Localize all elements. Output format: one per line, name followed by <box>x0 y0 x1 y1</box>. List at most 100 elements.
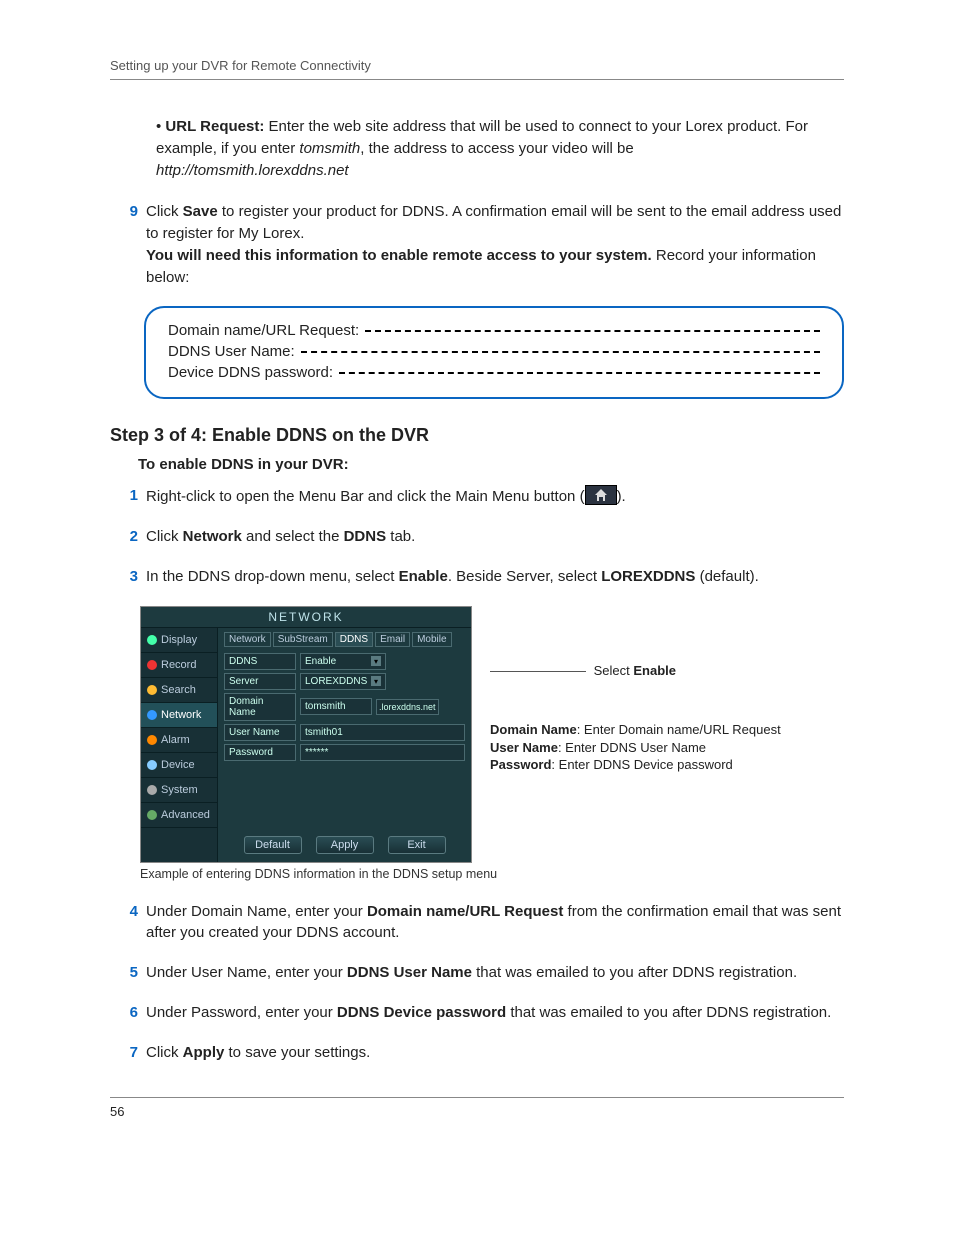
s3-a: In the DDNS drop-down menu, select <box>146 568 399 585</box>
step-number: 1 <box>110 485 138 508</box>
step3-heading: Step 3 of 4: Enable DDNS on the DVR <box>110 425 844 446</box>
step-number: 6 <box>110 1002 138 1024</box>
s1-b: ). <box>617 488 626 505</box>
user-value-text: tsmith01 <box>305 727 343 738</box>
dvr-window: NETWORK Display Record Search Network Al… <box>140 606 472 863</box>
s4-b: Domain name/URL Request <box>367 903 563 920</box>
display-icon <box>147 635 157 645</box>
row-pass-value[interactable]: ****** <box>300 744 465 761</box>
substep-4: 4 Under Domain Name, enter your Domain n… <box>110 901 844 945</box>
annot-domain: Domain Name: Enter Domain name/URL Reque… <box>490 721 844 739</box>
row-domain-suffix: .lorexddns.net <box>376 699 439 715</box>
step-number: 3 <box>110 566 138 588</box>
step3-subheading: To enable DDNS in your DVR: <box>138 456 844 473</box>
default-button[interactable]: Default <box>244 836 302 854</box>
search-icon <box>147 685 157 695</box>
apply-button[interactable]: Apply <box>316 836 374 854</box>
sidebar-label: Network <box>161 709 201 721</box>
figure-caption: Example of entering DDNS information in … <box>140 867 844 881</box>
step-number: 9 <box>110 201 138 288</box>
annot-domain-label: Domain Name <box>490 722 577 737</box>
s5-a: Under User Name, enter your <box>146 964 347 981</box>
subtab-substream[interactable]: SubStream <box>273 632 333 647</box>
annot-user: User Name: Enter DDNS User Name <box>490 739 844 757</box>
step-number: 5 <box>110 962 138 984</box>
running-header: Setting up your DVR for Remote Connectiv… <box>110 58 844 73</box>
subtab-email[interactable]: Email <box>375 632 410 647</box>
annot-pass-label: Password <box>490 757 551 772</box>
row-domain-value[interactable]: tomsmith <box>300 698 372 715</box>
s6-b: DDNS Device password <box>337 1004 506 1021</box>
exit-button[interactable]: Exit <box>388 836 446 854</box>
record-pass-label: Device DDNS password: <box>168 364 333 381</box>
step9-t2: to register your product for DDNS. A con… <box>146 203 841 242</box>
row-server-label: Server <box>224 673 296 690</box>
s6-a: Under Password, enter your <box>146 1004 337 1021</box>
blank-line <box>301 351 820 353</box>
s3-enable: Enable <box>399 568 448 585</box>
blank-line <box>339 372 820 374</box>
row-server-value[interactable]: LOREXDDNS ▾ <box>300 673 386 690</box>
blank-line <box>365 330 820 332</box>
step9-save: Save <box>183 203 218 220</box>
url-request-desc2: , the address to access your video will … <box>360 140 633 157</box>
subtab-mobile[interactable]: Mobile <box>412 632 451 647</box>
sidebar-label: Display <box>161 634 197 646</box>
row-user-value[interactable]: tsmith01 <box>300 724 465 741</box>
dvr-main-panel: Network SubStream DDNS Email Mobile DDNS… <box>218 628 471 862</box>
sidebar-label: Advanced <box>161 809 210 821</box>
s7-c: to save your settings. <box>224 1044 370 1061</box>
sidebar-item-search[interactable]: Search <box>141 678 217 703</box>
substep-6: 6 Under Password, enter your DDNS Device… <box>110 1002 844 1024</box>
s7-a: Click <box>146 1044 183 1061</box>
footer-rule <box>110 1097 844 1098</box>
home-icon <box>585 485 617 505</box>
row-user-label: User Name <box>224 724 296 741</box>
sidebar-item-alarm[interactable]: Alarm <box>141 728 217 753</box>
pass-value-text: ****** <box>305 747 328 758</box>
step-number: 7 <box>110 1042 138 1064</box>
annot-domain-desc: : Enter Domain name/URL Request <box>577 722 781 737</box>
annot-pass: Password: Enter DDNS Device password <box>490 756 844 774</box>
s3-c: (default). <box>695 568 758 585</box>
sidebar-item-device[interactable]: Device <box>141 753 217 778</box>
s3-lorex: LOREXDDNS <box>601 568 695 585</box>
subtab-ddns[interactable]: DDNS <box>335 632 373 647</box>
record-icon <box>147 660 157 670</box>
sidebar-item-network[interactable]: Network <box>141 703 217 728</box>
s2-a: Click <box>146 528 183 545</box>
sidebar-item-record[interactable]: Record <box>141 653 217 678</box>
figure-annotations: Select Enable Domain Name: Enter Domain … <box>490 606 844 863</box>
sidebar-item-display[interactable]: Display <box>141 628 217 653</box>
s1-a: Right-click to open the Menu Bar and cli… <box>146 488 585 505</box>
sidebar-label: Device <box>161 759 195 771</box>
record-info-box: Domain name/URL Request: DDNS User Name:… <box>144 306 844 399</box>
s5-b: DDNS User Name <box>347 964 472 981</box>
sidebar-label: Search <box>161 684 196 696</box>
row-domain-label: Domain Name <box>224 693 296 721</box>
subtab-network[interactable]: Network <box>224 632 271 647</box>
substep-5: 5 Under User Name, enter your DDNS User … <box>110 962 844 984</box>
sidebar-item-advanced[interactable]: Advanced <box>141 803 217 828</box>
page-number: 56 <box>110 1104 844 1119</box>
s2-c: tab. <box>386 528 415 545</box>
url-request-label: URL Request: <box>165 118 264 135</box>
sidebar-item-system[interactable]: System <box>141 778 217 803</box>
dropdown-arrow-icon: ▾ <box>371 676 381 686</box>
advanced-icon <box>147 810 157 820</box>
substep-2: 2 Click Network and select the DDNS tab. <box>110 526 844 548</box>
url-request-example-name: tomsmith <box>299 140 360 157</box>
step9-t1: Click <box>146 203 183 220</box>
server-value-text: LOREXDDNS <box>305 676 367 687</box>
dropdown-arrow-icon: ▾ <box>371 656 381 666</box>
step-9: 9 Click Save to register your product fo… <box>110 201 844 288</box>
substep-1: 1 Right-click to open the Menu Bar and c… <box>110 485 844 508</box>
s2-net: Network <box>183 528 242 545</box>
row-ddns-value[interactable]: Enable▾ <box>300 653 386 670</box>
s5-c: that was emailed to you after DDNS regis… <box>472 964 797 981</box>
sidebar-label: System <box>161 784 198 796</box>
dvr-titlebar: NETWORK <box>141 607 471 628</box>
s6-c: that was emailed to you after DDNS regis… <box>506 1004 831 1021</box>
step-number: 4 <box>110 901 138 945</box>
record-user-label: DDNS User Name: <box>168 343 295 360</box>
